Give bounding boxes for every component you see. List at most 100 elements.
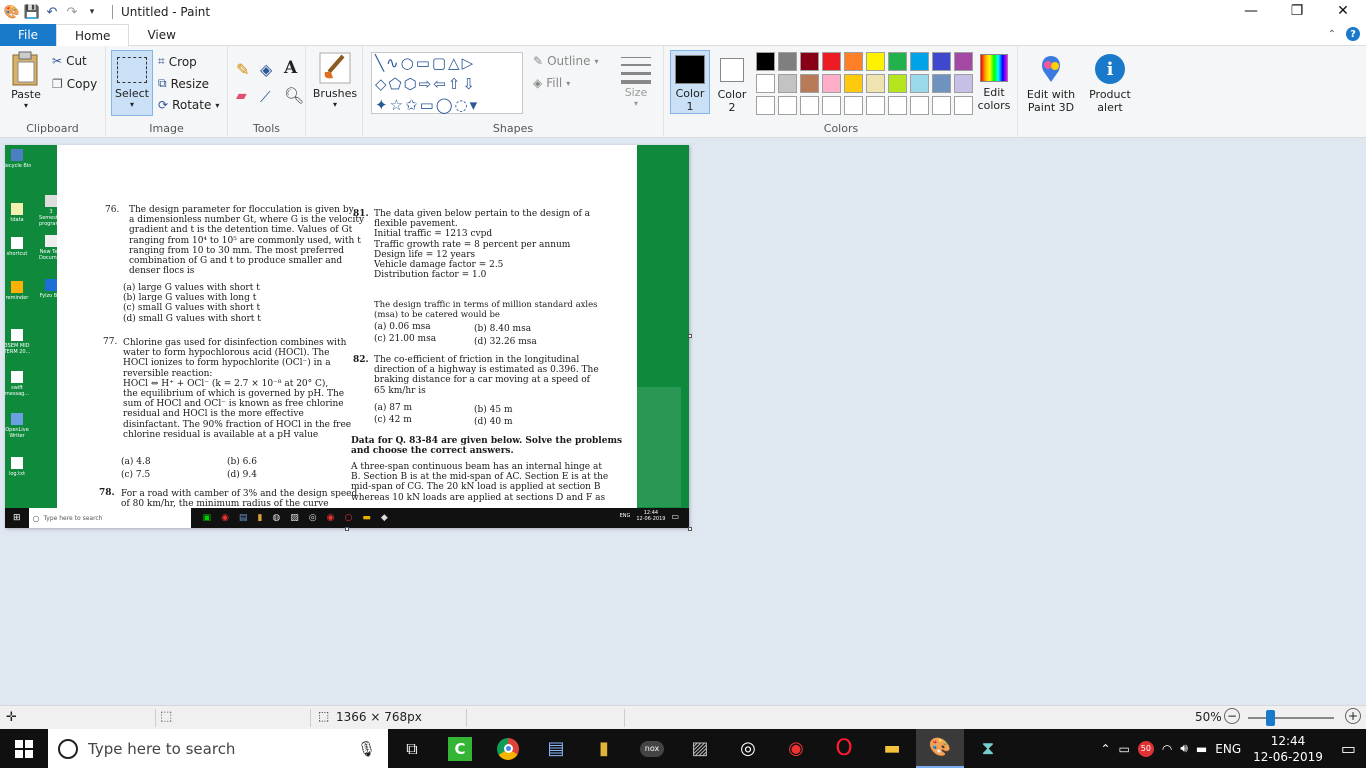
color1-button[interactable]: Color 1	[670, 50, 710, 114]
palette-empty-swatch[interactable]	[954, 96, 973, 115]
file-archive-icon[interactable]: ▮	[580, 729, 628, 768]
palette-swatch[interactable]	[866, 74, 885, 93]
paint-taskbar-icon[interactable]: 🎨	[916, 729, 964, 768]
palette-empty-swatch[interactable]	[756, 96, 775, 115]
zoom-in-button[interactable]: +	[1345, 708, 1361, 724]
resize-button[interactable]: ⧉ Resize	[158, 76, 209, 91]
chrome-icon[interactable]	[484, 729, 532, 768]
tray-badge-icon[interactable]: 50	[1137, 740, 1154, 757]
circle-app-icon[interactable]: ◎	[724, 729, 772, 768]
wifi-icon[interactable]: ◠	[1162, 742, 1172, 756]
cut-button[interactable]: ✂ Cut	[52, 54, 87, 68]
palette-swatch[interactable]	[888, 74, 907, 93]
palette-empty-swatch[interactable]	[800, 96, 819, 115]
language-indicator[interactable]: ENG	[1215, 742, 1241, 756]
camtasia-icon[interactable]: C	[436, 729, 484, 768]
battery-icon[interactable]: ▬	[1196, 742, 1207, 756]
eraser-icon[interactable]: ▰	[236, 88, 247, 104]
zoom-slider[interactable]	[1248, 717, 1334, 719]
microphone-icon[interactable]: 🎙︎	[357, 740, 376, 758]
resize-handle-right[interactable]	[688, 334, 692, 338]
zoom-out-button[interactable]: −	[1224, 708, 1240, 724]
select-button[interactable]: Select ▾	[111, 50, 153, 116]
palette-swatch[interactable]	[844, 52, 863, 71]
palette-swatch[interactable]	[822, 52, 841, 71]
shapes-gallery[interactable]: ╲∿○▭▢△▷ ◇⬠⬡⇨⇦⇧⇩ ✦☆✩▭◯◌▾	[371, 52, 523, 114]
minimize-button[interactable]: —	[1228, 0, 1274, 22]
task-view-icon[interactable]: ⧉	[388, 729, 436, 768]
color-picker-icon[interactable]: ⟋	[260, 88, 271, 106]
palette-swatch[interactable]	[778, 52, 797, 71]
show-hidden-icons[interactable]: ⌃	[1100, 742, 1110, 756]
help-icon[interactable]: ?	[1346, 27, 1360, 41]
palette-empty-swatch[interactable]	[844, 96, 863, 115]
nox-player-icon[interactable]: nox	[628, 729, 676, 768]
hourglass-app-icon[interactable]: ⧗	[964, 729, 1012, 768]
paint-app-icon[interactable]: 🎨	[4, 4, 20, 20]
palette-swatch[interactable]	[910, 74, 929, 93]
paste-button[interactable]: Paste ▾	[6, 50, 46, 110]
edit-with-paint3d-button[interactable]: Edit with Paint 3D	[1024, 54, 1078, 114]
outline-button[interactable]: ✎ Outline ▾	[533, 54, 599, 68]
palette-empty-swatch[interactable]	[866, 96, 885, 115]
color2-button[interactable]: Color 2	[714, 50, 750, 114]
action-center-icon[interactable]: ▭	[1341, 739, 1356, 758]
tab-file[interactable]: File	[0, 24, 56, 46]
size-button[interactable]: Size ▾	[615, 52, 657, 108]
palette-empty-swatch[interactable]	[888, 96, 907, 115]
undo-icon[interactable]: ↶	[44, 4, 60, 20]
palette-swatch[interactable]	[910, 52, 929, 71]
palette-swatch[interactable]	[844, 74, 863, 93]
product-alert-button[interactable]: i Product alert	[1084, 54, 1136, 114]
palette-swatch[interactable]	[954, 52, 973, 71]
redo-icon[interactable]: ↷	[64, 4, 80, 20]
pencil-icon[interactable]: ✎	[236, 60, 249, 79]
close-button[interactable]: ✕	[1320, 0, 1366, 22]
opera-icon[interactable]: O	[820, 729, 868, 768]
maximize-button[interactable]: ❐	[1274, 0, 1320, 22]
palette-swatch[interactable]	[866, 52, 885, 71]
taskbar-search-box[interactable]: Type here to search 🎙︎	[48, 729, 388, 768]
palette-swatch[interactable]	[954, 74, 973, 93]
fill-button[interactable]: ◈ Fill ▾	[533, 76, 570, 90]
palette-empty-swatch[interactable]	[910, 96, 929, 115]
fill-bucket-icon[interactable]: ◈	[260, 60, 272, 79]
customize-qat-icon[interactable]: ▾	[84, 4, 100, 20]
drawing-canvas[interactable]: Recycle Bin tdata shortcut reminder 3SEM MID…	[5, 145, 689, 528]
palette-empty-swatch[interactable]	[822, 96, 841, 115]
save-icon[interactable]: 💾	[24, 4, 40, 20]
palette-swatch[interactable]	[800, 52, 819, 71]
photos-app-icon[interactable]: ▨	[676, 729, 724, 768]
palette-swatch[interactable]	[932, 52, 951, 71]
magnifier-icon[interactable]: 🔍︎	[284, 86, 304, 105]
network-app-icon[interactable]: ▤	[532, 729, 580, 768]
resize-handle-corner[interactable]	[688, 527, 692, 531]
rotate-button[interactable]: ⟳ Rotate ▾	[158, 98, 219, 112]
zoom-slider-thumb[interactable]	[1266, 710, 1275, 726]
tray-box-icon[interactable]: ▭	[1119, 742, 1130, 756]
start-button[interactable]	[0, 729, 48, 768]
palette-swatch[interactable]	[778, 74, 797, 93]
palette-empty-swatch[interactable]	[932, 96, 951, 115]
resize-handle-bottom[interactable]	[345, 527, 349, 531]
palette-empty-swatch[interactable]	[778, 96, 797, 115]
palette-swatch[interactable]	[756, 74, 775, 93]
palette-swatch[interactable]	[800, 74, 819, 93]
edit-colors-button[interactable]: Edit colors	[974, 54, 1014, 112]
palette-swatch[interactable]	[932, 74, 951, 93]
tab-view[interactable]: View	[129, 24, 193, 46]
crop-button[interactable]: ⌗ Crop	[158, 54, 197, 69]
collapse-ribbon-icon[interactable]: ⌃	[1328, 29, 1336, 40]
text-icon[interactable]: A	[284, 58, 297, 78]
copy-button[interactable]: ❐ Copy	[52, 77, 97, 91]
palette-swatch[interactable]	[756, 52, 775, 71]
palette-swatch[interactable]	[822, 74, 841, 93]
canvas-area[interactable]: Recycle Bin tdata shortcut reminder 3SEM MID…	[0, 139, 1366, 705]
brushes-button[interactable]: Brushes ▾	[312, 52, 358, 109]
palette-swatch[interactable]	[888, 52, 907, 71]
volume-icon[interactable]: 🔊︎	[1180, 741, 1188, 756]
tab-home[interactable]: Home	[56, 24, 130, 47]
file-explorer-icon[interactable]: ▬	[868, 729, 916, 768]
cursor-app-icon[interactable]: ◉	[772, 729, 820, 768]
clock[interactable]: 12:44 12-06-2019	[1253, 733, 1323, 765]
